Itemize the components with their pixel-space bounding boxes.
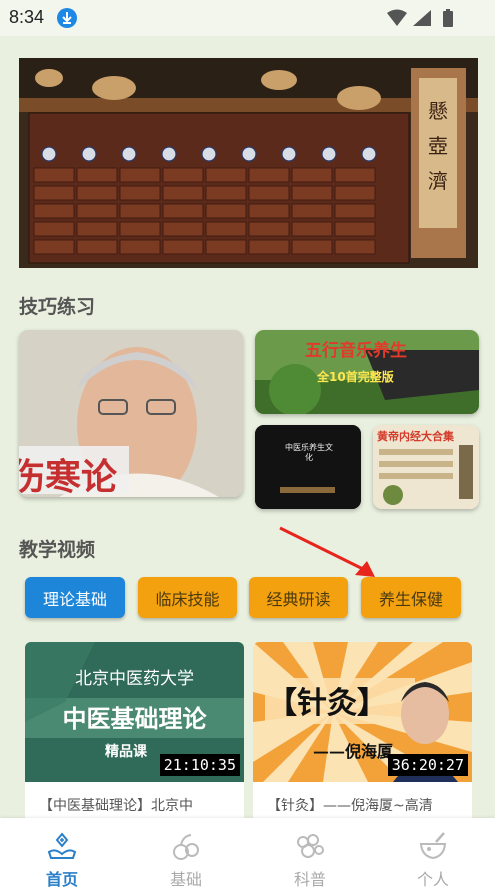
svg-text:濟: 濟	[428, 169, 448, 193]
video-thumb-line1: 【针灸】	[267, 686, 387, 721]
bubbles-icon	[297, 834, 324, 858]
svg-text:懸: 懸	[428, 99, 448, 123]
tab-classics[interactable]: 经典研读	[249, 577, 348, 618]
practice-card-shanghanlun[interactable]: 伤寒论	[19, 330, 243, 497]
herb-icon	[173, 834, 199, 860]
status-time: 8:34	[9, 7, 45, 27]
tab-clinical[interactable]: 临床技能	[138, 577, 237, 618]
nav-label: 个人	[416, 870, 449, 889]
nav-item-science[interactable]: 科普	[248, 818, 372, 894]
signal-icon	[413, 10, 431, 26]
video-duration: 21:10:35	[159, 754, 240, 776]
mortar-icon	[419, 832, 447, 860]
wifi-icon	[387, 9, 407, 26]
video-duration: 36:20:27	[387, 754, 468, 776]
video-thumb-line3: 精品课	[105, 744, 147, 760]
nav-label: 基础	[169, 870, 202, 889]
practice-section-title: 技巧练习	[19, 296, 96, 318]
annotation-arrow	[279, 526, 375, 577]
nav-item-profile[interactable]: 个人	[371, 818, 495, 894]
download-icon	[57, 8, 77, 28]
nav-item-home[interactable]: 首页	[0, 818, 124, 894]
home-heart-icon	[47, 832, 77, 859]
practice-card-music[interactable]: 五行音乐养生 全10首完整版	[255, 330, 479, 414]
nav-label: 首页	[45, 870, 78, 889]
culture-card-background	[255, 425, 361, 509]
video-card[interactable]: 【针灸】 ——倪海厦 36:20:27 【针灸】——倪海厦~高清	[253, 642, 472, 822]
status-icons	[387, 9, 453, 27]
practice-card-neijing[interactable]: 黄帝内经大合集	[373, 425, 479, 509]
video-title: 【中医基础理论】北京中	[39, 798, 193, 814]
nav-label: 科普	[293, 870, 326, 889]
practice-card-caption: 伤寒论	[19, 456, 118, 497]
banner-image[interactable]: 懸 壺 濟	[19, 58, 478, 268]
tab-theory[interactable]: 理论基础	[25, 577, 125, 618]
video-thumb-line2: 中医基础理论	[62, 704, 207, 733]
svg-text:壺: 壺	[428, 134, 448, 158]
neijing-card-title: 黄帝内经大合集	[377, 430, 454, 443]
culture-card-text: 中医乐养生文化	[285, 443, 333, 462]
music-card-subtitle: 全10首完整版	[317, 370, 394, 384]
video-thumbnail: 北京中医药大学 中医基础理论 精品课 21:10:35	[25, 642, 244, 782]
practice-card-culture[interactable]: 中医乐养生文化	[255, 425, 361, 509]
tab-health[interactable]: 养生保健	[361, 577, 461, 618]
battery-icon	[443, 11, 453, 27]
nav-item-basics[interactable]: 基础	[124, 818, 248, 894]
video-title: 【针灸】——倪海厦~高清	[267, 798, 433, 814]
video-card[interactable]: 北京中医药大学 中医基础理论 精品课 21:10:35 【中医基础理论】北京中	[25, 642, 244, 822]
bottom-nav: 首页 基础 科普 个人	[0, 818, 495, 894]
video-section-title: 教学视频	[19, 539, 96, 561]
video-thumb-line2: ——倪海厦	[313, 742, 394, 761]
video-thumb-line1: 北京中医药大学	[75, 669, 194, 689]
status-bar: 8:34	[0, 0, 495, 36]
music-card-title: 五行音乐养生	[305, 341, 407, 361]
video-thumbnail: 【针灸】 ——倪海厦 36:20:27	[253, 642, 472, 782]
